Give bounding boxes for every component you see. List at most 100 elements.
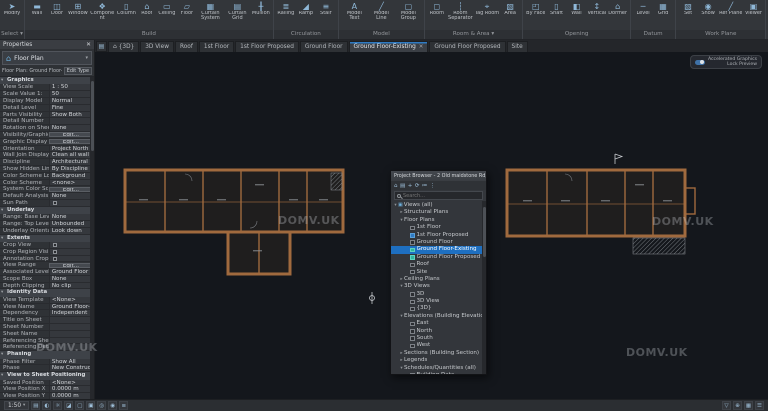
property-value[interactable] [49,317,94,323]
scrollbar-thumb[interactable] [91,81,94,151]
project-browser-titlebar[interactable]: Project Browser - 2 Old maidstone Rd, DA… [391,171,486,181]
more-icon[interactable]: ⋮ [430,183,436,189]
shadows-icon[interactable]: ◪ [64,401,73,410]
section-collapse-icon[interactable]: ▾ [1,372,3,379]
property-value[interactable]: No clip [49,283,94,289]
tool-component[interactable]: ❖Component [89,1,116,22]
property-value[interactable]: Look down [49,228,94,234]
tree-item-building-data[interactable]: Building Data [391,372,486,374]
property-value[interactable]: Fine [49,105,94,111]
tool-by-face[interactable]: ◰By Face [525,1,546,17]
scale-selector[interactable]: 1:50 ▾ [4,401,29,410]
view-tab-ground-floor-existing[interactable]: Ground Floor-Existing✕ [349,41,429,52]
tree-item-1st-floor[interactable]: 1st Floor [391,224,486,231]
tool-show[interactable]: ◉Show [698,1,718,17]
property-value[interactable]: Edit... [49,139,93,144]
scrollbar-thumb[interactable] [483,207,486,257]
tool-tag-room[interactable]: ⌖Tag Room [474,1,500,17]
property-value[interactable]: 1 : 50 [49,84,94,90]
property-value[interactable]: 0.0000 m [49,386,94,392]
viewport-controls[interactable]: Accelerated Graphics Lock Preview [690,55,762,69]
property-value[interactable] [49,118,94,124]
property-value[interactable]: Show Both [49,112,94,118]
view-checkbox[interactable] [410,240,415,245]
property-value[interactable]: Edit... [49,187,93,192]
view-checkbox[interactable] [410,344,415,349]
tree-item-structural-plans[interactable]: ▸Structural Plans [391,209,486,216]
property-section-graphics[interactable]: ▾Graphics [0,77,94,84]
property-value[interactable]: <none> [49,180,94,186]
view-checkbox[interactable] [410,255,415,260]
property-value[interactable]: <None> [49,380,94,386]
tree-item-site[interactable]: Site [391,269,486,276]
tool-door[interactable]: ◫Door [47,1,67,17]
tool-model-group[interactable]: ▢Model Group [395,1,422,22]
property-value[interactable]: Unbounded [49,221,94,227]
tree-item-south[interactable]: South [391,335,486,342]
tool-shaft[interactable]: ▯Shaft [546,1,566,17]
checkbox-icon[interactable] [53,243,58,248]
tree-item-legends[interactable]: ▸Legends [391,357,486,364]
tool-room[interactable]: ◻Room [427,1,447,17]
drawing-canvas[interactable]: Accelerated Graphics Lock Preview Projec… [95,52,768,399]
graphics-toggle[interactable] [695,60,705,65]
select-toggle-icon[interactable]: ⊕ [733,401,742,410]
property-value[interactable]: Edit... [49,132,93,137]
view-checkbox[interactable] [410,300,415,305]
tool-curtain-system[interactable]: ▦Curtain System [197,1,224,22]
property-value[interactable]: Independent [49,310,94,316]
view-checkbox[interactable] [410,233,415,238]
tool-mullion[interactable]: ╫Mullion [251,1,271,17]
close-tab-icon[interactable]: ✕ [419,44,424,50]
refresh-icon[interactable]: ⟳ [415,183,420,189]
view-tab-roof[interactable]: Roof [175,41,198,52]
tree-item-views-all[interactable]: ▾▣Views (all) [391,202,486,209]
property-value[interactable]: Architectural [49,159,94,165]
checkbox-icon[interactable] [53,201,58,206]
property-value[interactable]: Normal [49,98,94,104]
tool-wall[interactable]: ◧Wall [566,1,586,17]
visual-style-icon[interactable]: ◐ [42,401,51,410]
search-input[interactable] [403,193,480,199]
tree-item-east[interactable]: East [391,320,486,327]
tool-floor[interactable]: ▱Floor [177,1,197,17]
tool-wall[interactable]: ▬Wall [27,1,47,17]
tool-railing[interactable]: ≣Railing [276,1,296,17]
view-checkbox[interactable] [410,322,415,327]
tree-item-1st-floor-proposed[interactable]: 1st Floor Proposed [391,232,486,239]
close-icon[interactable]: ✕ [86,42,91,48]
tree-item-ceiling-plans[interactable]: ▸Ceiling Plans [391,276,486,283]
property-value[interactable] [49,338,94,344]
property-value[interactable]: Ground Floor-Existing [49,304,94,310]
tool-grid[interactable]: ▦Grid [653,1,673,17]
tree-item-3d-view[interactable]: 3D View [391,298,486,305]
tree-item-sections-building-section[interactable]: ▸Sections (Building Section) [391,350,486,357]
tool-model-line[interactable]: ╱Model Line [368,1,395,22]
property-value[interactable] [49,200,94,206]
selection-menu-icon[interactable]: ☰ [755,401,764,410]
section-collapse-icon[interactable]: ▾ [1,351,3,358]
view-tab-3d-view[interactable]: 3D View [140,41,174,52]
property-value[interactable]: Show All [49,359,94,365]
tree-item-floor-plans[interactable]: ▾Floor Plans [391,217,486,224]
detail-level-icon[interactable]: ▤ [31,401,40,410]
view-tab-1st-floor-proposed[interactable]: 1st Floor Proposed [235,41,299,52]
property-section-phasing[interactable]: ▾Phasing [0,351,94,358]
tool-column[interactable]: ▯Column [116,1,137,17]
property-value[interactable]: None [49,125,94,131]
property-value[interactable]: New Construction [49,365,94,371]
tree-item-north[interactable]: North [391,328,486,335]
home-icon[interactable]: ⌂ [394,183,398,189]
filter-icon[interactable]: ▽ [722,401,731,410]
tool-vertical[interactable]: ↕Vertical [586,1,607,17]
tree-item-3d[interactable]: 3D [391,291,486,298]
section-collapse-icon[interactable]: ▾ [1,235,3,242]
tree-item-west[interactable]: West [391,342,486,349]
property-value[interactable] [49,344,94,350]
checkbox-icon[interactable] [53,250,58,255]
tool-window[interactable]: ⊞Window [67,1,89,17]
property-value[interactable] [49,324,94,330]
property-value[interactable]: None [49,193,94,199]
section-collapse-icon[interactable]: ▾ [1,77,3,84]
background-processes-icon[interactable]: ▦ [744,401,753,410]
